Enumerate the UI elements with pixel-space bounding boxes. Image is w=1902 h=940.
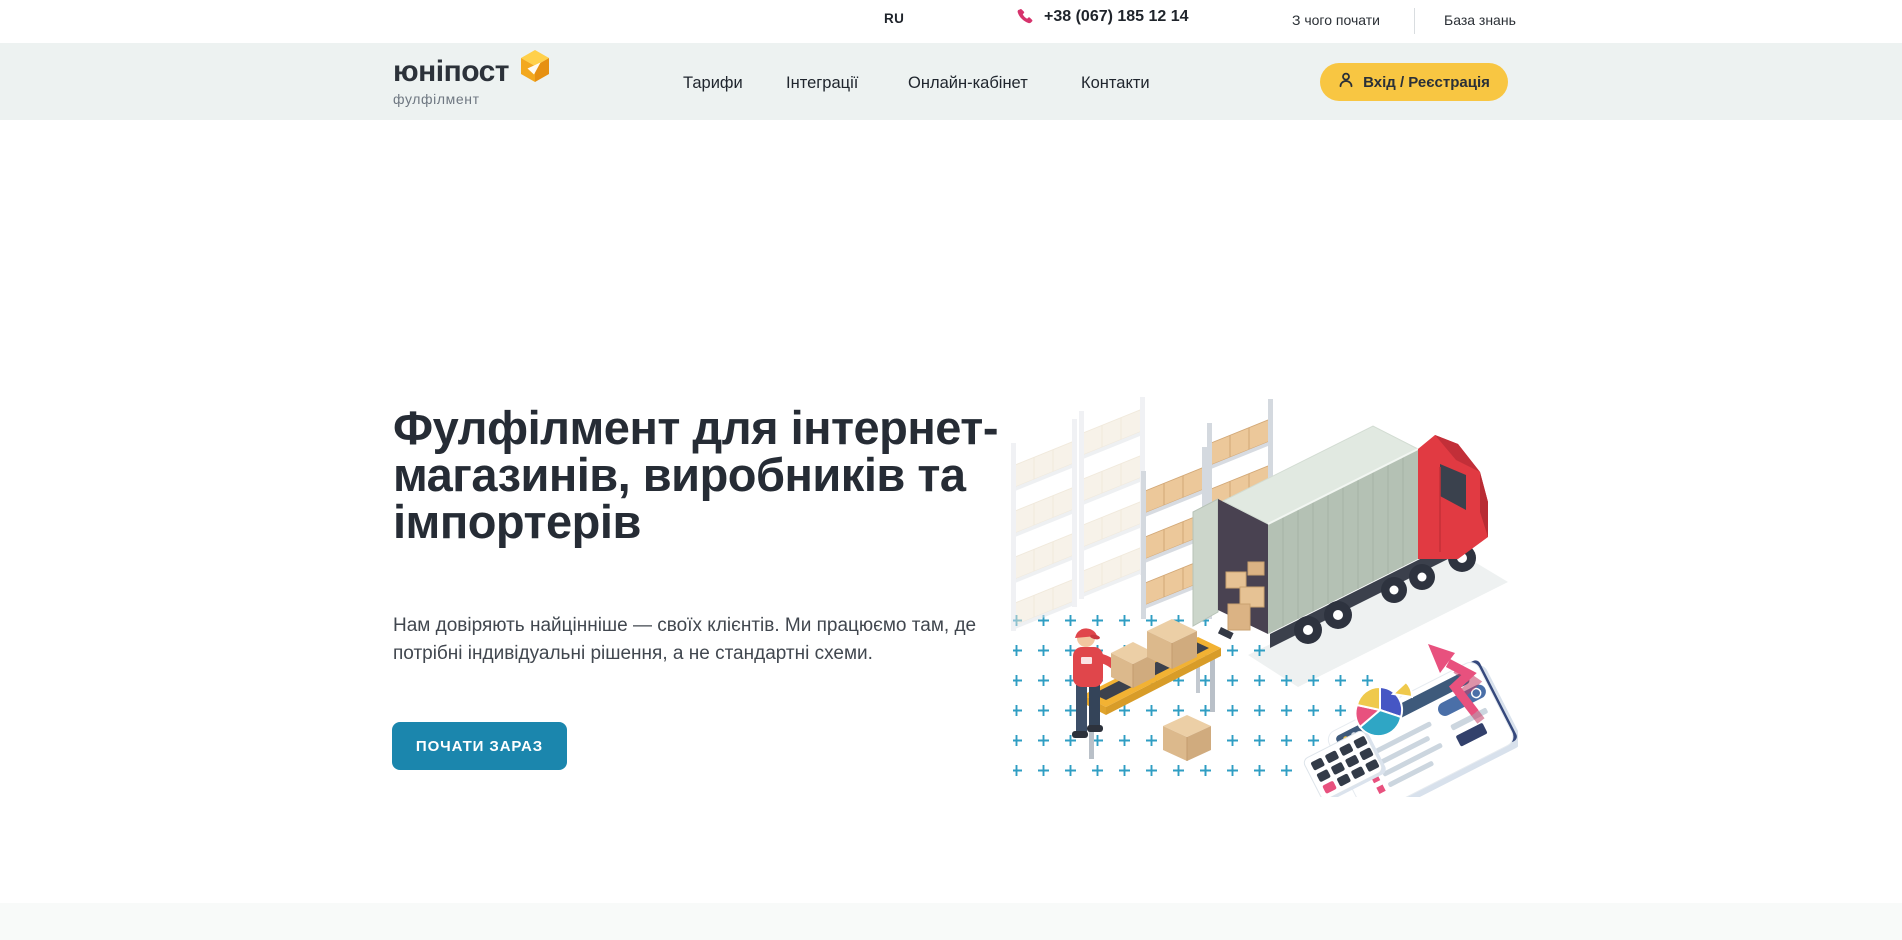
logo[interactable]: юніпост фулфілмент xyxy=(393,57,573,107)
hero-illustration xyxy=(1003,397,1518,797)
header: юніпост фулфілмент Тарифи Інтеграції Онл… xyxy=(0,43,1902,120)
nav-item-contacts[interactable]: Контакти xyxy=(1081,74,1150,93)
hero-title: Фулфілмент для інтернет-магазинів, вироб… xyxy=(393,404,1083,545)
start-now-button[interactable]: ПОЧАТИ ЗАРАЗ xyxy=(392,722,567,770)
person-icon xyxy=(1338,72,1354,92)
nav-item-integrations[interactable]: Інтеграції xyxy=(786,74,858,93)
nav-item-tariffs[interactable]: Тарифи xyxy=(683,74,743,93)
warehouse-racks-faded xyxy=(1011,397,1145,631)
login-register-label: Вхід / Реєстрація xyxy=(1363,74,1490,91)
logo-subtitle: фулфілмент xyxy=(393,91,573,107)
phone-number: +38 (067) 185 12 14 xyxy=(1044,8,1189,26)
phone-link[interactable]: +38 (067) 185 12 14 xyxy=(1016,8,1189,26)
hero-description: Нам довіряють найцінніше — своїх клієнті… xyxy=(393,612,1033,668)
next-section-edge xyxy=(0,903,1902,940)
delivery-truck xyxy=(1193,426,1488,648)
page: RU +38 (067) 185 12 14 З чого почати Баз… xyxy=(0,0,1902,940)
cube-icon xyxy=(519,49,551,88)
topbar-link-getting-started[interactable]: З чого почати xyxy=(1292,12,1380,28)
topbar-divider xyxy=(1414,8,1415,34)
nav-item-online-cabinet[interactable]: Онлайн-кабінет xyxy=(908,74,1028,93)
login-register-button[interactable]: Вхід / Реєстрація xyxy=(1320,63,1508,101)
topbar-link-knowledge-base[interactable]: База знань xyxy=(1444,12,1516,28)
phone-icon xyxy=(1016,8,1034,26)
topbar: RU +38 (067) 185 12 14 З чого почати Баз… xyxy=(0,0,1902,43)
language-switcher[interactable]: RU xyxy=(884,11,904,26)
